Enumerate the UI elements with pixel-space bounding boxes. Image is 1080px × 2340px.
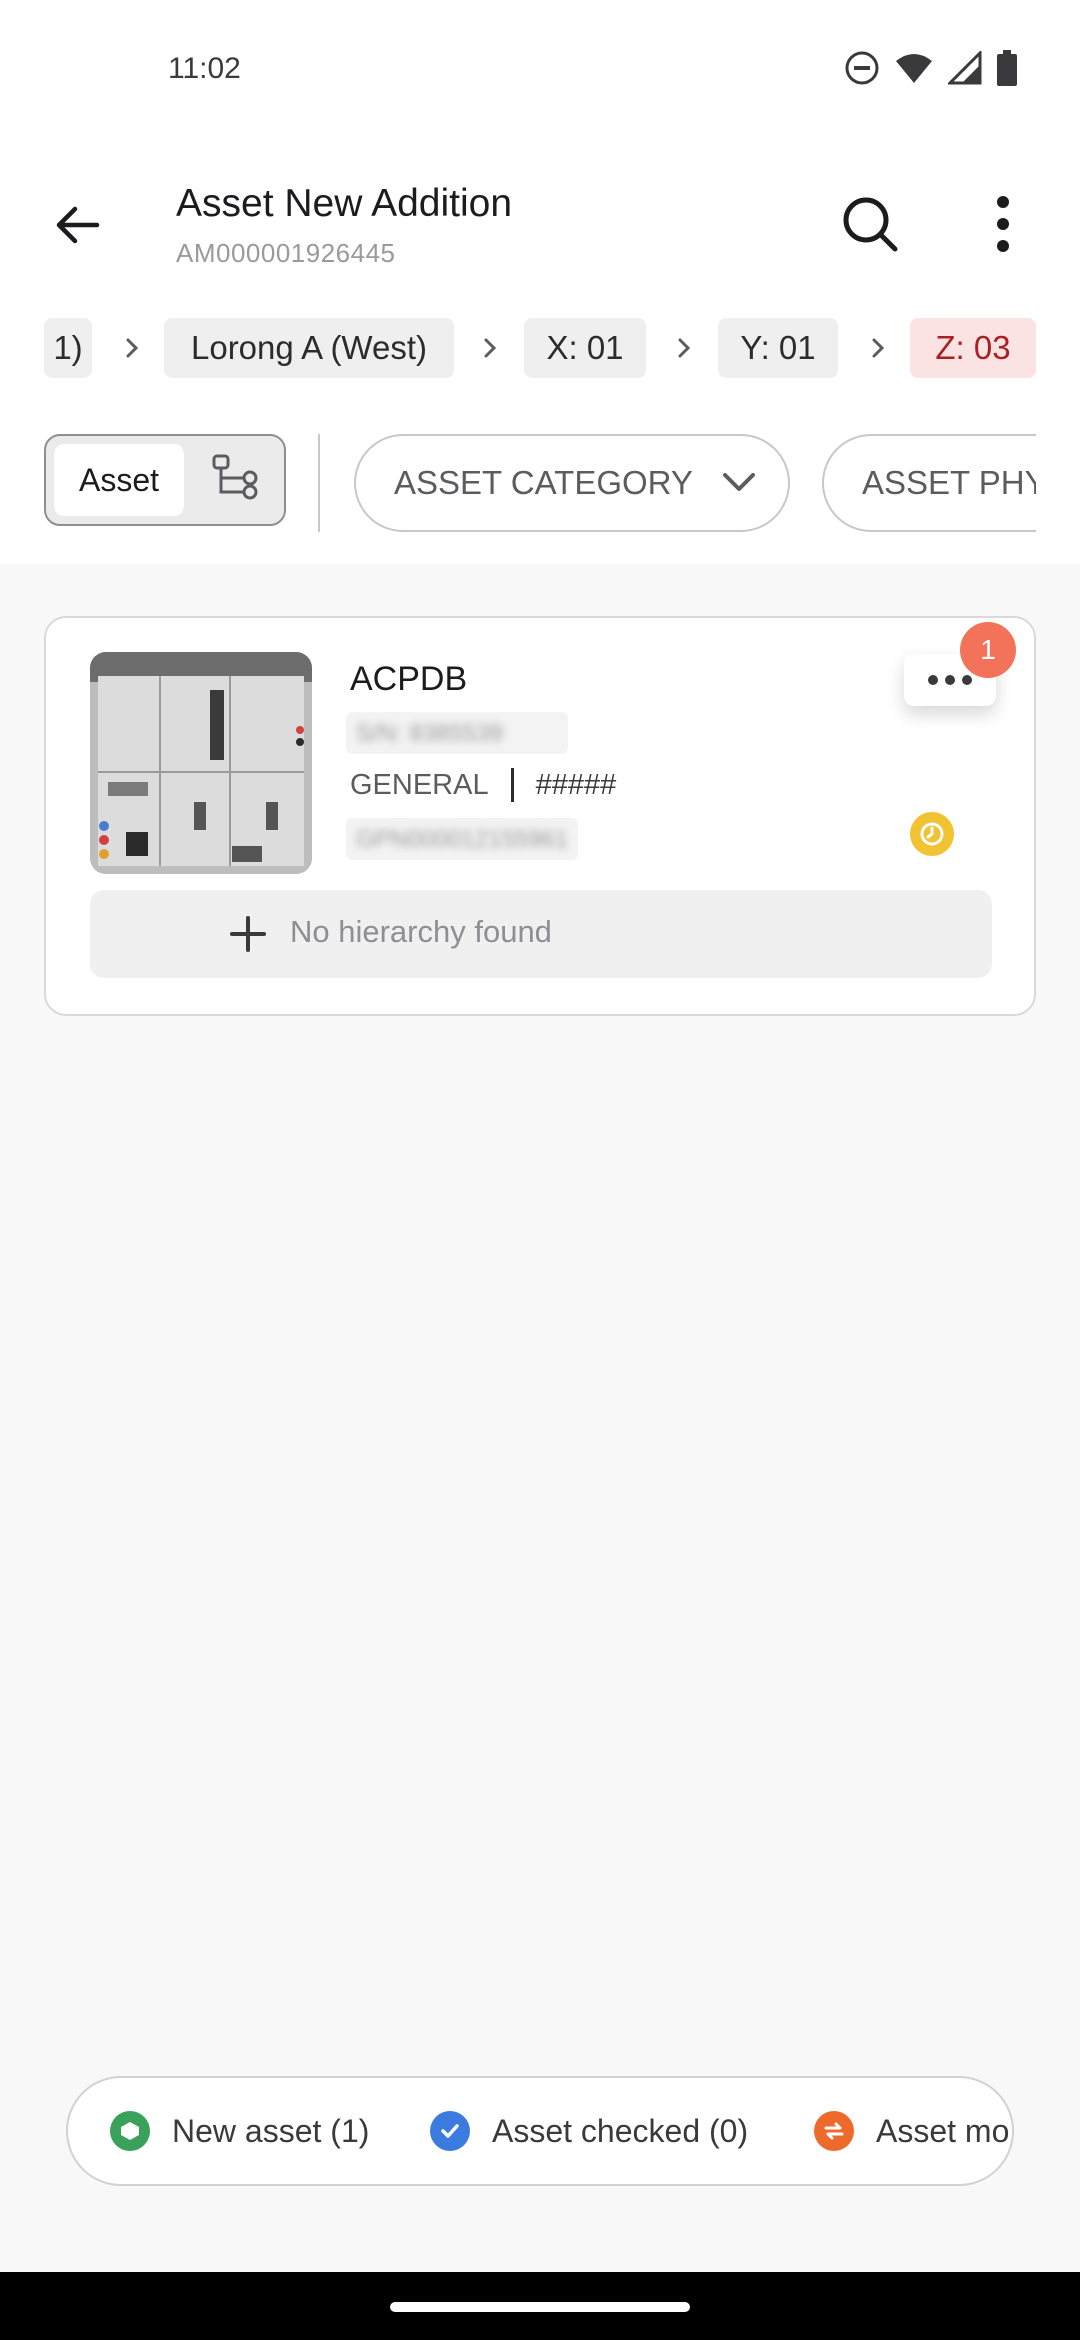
back-arrow-icon	[51, 199, 103, 256]
more-vertical-icon	[995, 195, 1011, 257]
filter-divider	[318, 434, 320, 532]
filter-bar: Asset ASSET CATEGORY ASSET PHY	[0, 432, 1080, 538]
breadcrumb: 1) Lorong A (West) X: 01 Y: 01 Z: 03	[0, 318, 1080, 382]
summary-asset-checked[interactable]: Asset checked (0)	[430, 2078, 748, 2184]
back-button[interactable]	[40, 190, 114, 264]
breadcrumb-item[interactable]: Lorong A (West)	[164, 318, 454, 378]
chevron-right-icon	[116, 332, 148, 364]
battery-icon	[996, 50, 1018, 91]
asset-name: ACPDB	[350, 660, 468, 698]
asset-id-blurred: GPN000012155961	[346, 818, 578, 860]
more-options-button[interactable]	[968, 186, 1038, 266]
breadcrumb-item[interactable]: 1)	[44, 318, 92, 378]
asset-category-filter[interactable]: ASSET CATEGORY	[354, 434, 790, 532]
asset-meta: GENERAL #####	[350, 768, 616, 802]
notification-badge: 1	[960, 622, 1016, 678]
new-asset-icon	[110, 2111, 150, 2151]
plus-icon	[228, 914, 268, 954]
chevron-right-icon	[862, 332, 894, 364]
wifi-icon	[894, 51, 934, 90]
asset-card[interactable]: ACPDB S/N: 8385539 GENERAL ##### GPN0000…	[44, 616, 1036, 1016]
summary-asset-moved-label: Asset mo	[876, 2112, 1010, 2149]
chevron-right-icon	[668, 332, 700, 364]
asset-category: GENERAL	[350, 768, 489, 801]
pending-status-icon	[910, 812, 954, 856]
asset-checked-icon	[430, 2111, 470, 2151]
search-icon	[839, 193, 901, 260]
add-hierarchy-button[interactable]: No hierarchy found	[90, 890, 992, 978]
breadcrumb-item[interactable]: X: 01	[524, 318, 646, 378]
asset-thumbnail	[90, 652, 312, 874]
page-subtitle: AM000001926445	[176, 238, 396, 268]
breadcrumb-item[interactable]: Y: 01	[718, 318, 838, 378]
asset-code: #####	[535, 768, 617, 801]
summary-asset-checked-label: Asset checked (0)	[492, 2112, 749, 2149]
chevron-right-icon	[474, 332, 506, 364]
meta-divider	[510, 768, 514, 802]
no-hierarchy-label: No hierarchy found	[290, 914, 552, 949]
status-time: 11:02	[168, 52, 241, 85]
summary-asset-moved[interactable]: Asset mo	[814, 2078, 1009, 2184]
do-not-disturb-icon	[844, 50, 880, 91]
home-handle[interactable]	[390, 2302, 690, 2312]
asset-category-label: ASSET CATEGORY	[394, 464, 693, 501]
status-bar: 11:02	[0, 0, 1080, 140]
asset-summary-bar: New asset (1) Asset checked (0) Asset mo	[66, 2076, 1014, 2186]
hierarchy-tree-icon	[210, 452, 262, 509]
asset-serial-text: S/N: 8385539	[356, 720, 503, 747]
status-icons	[844, 49, 1018, 91]
asset-moved-icon	[814, 2111, 854, 2151]
summary-new-asset[interactable]: New asset (1)	[110, 2078, 369, 2184]
search-button[interactable]	[830, 186, 910, 266]
more-horizontal-icon	[928, 675, 938, 685]
asset-physical-filter[interactable]: ASSET PHY	[822, 434, 1036, 532]
toggle-asset-view[interactable]: Asset	[54, 444, 184, 516]
breadcrumb-item-active[interactable]: Z: 03	[910, 318, 1036, 378]
app-bar: Asset New Addition AM000001926445	[0, 160, 1080, 290]
summary-new-asset-label: New asset (1)	[172, 2112, 370, 2149]
page-title: Asset New Addition	[176, 182, 513, 225]
view-toggle: Asset	[44, 434, 286, 526]
asset-id-text: GPN000012155961	[356, 826, 569, 853]
asset-physical-label: ASSET PHY	[862, 464, 1036, 501]
navigation-bar	[0, 2272, 1080, 2340]
toggle-tree-view[interactable]	[206, 450, 266, 510]
signal-icon	[946, 49, 982, 90]
asset-serial-blurred: S/N: 8385539	[346, 712, 568, 754]
content-area: ACPDB S/N: 8385539 GENERAL ##### GPN0000…	[0, 564, 1080, 2276]
chevron-down-icon	[721, 471, 757, 495]
